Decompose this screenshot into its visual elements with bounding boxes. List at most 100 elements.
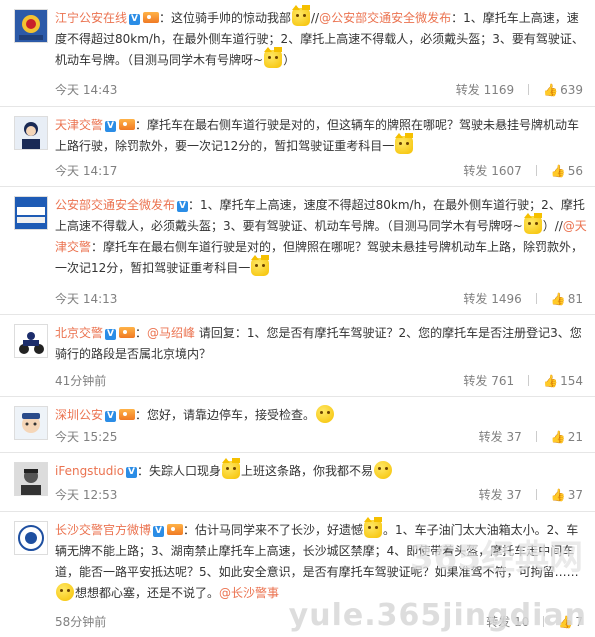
mention-link[interactable]: @长沙警事	[219, 586, 279, 600]
comment-text-part: 上班这条路，你我都不易	[241, 464, 374, 478]
repost-label: 转发	[486, 615, 511, 629]
avatar[interactable]	[14, 9, 48, 43]
mention-link[interactable]: @公安部交通安全微发布	[319, 11, 451, 25]
post-actions: 转发 37 👍 21	[479, 429, 583, 445]
repost-button[interactable]: 转发 761	[463, 374, 514, 388]
thumbs-up-icon[interactable]: 👍	[551, 487, 566, 503]
repost-label: 转发	[463, 292, 488, 306]
verified-badge-icon: V	[129, 14, 140, 25]
repost-button[interactable]: 转发 1169	[456, 83, 514, 97]
crying-emoji-icon	[56, 583, 74, 601]
author-name[interactable]: 长沙交警官方微博	[55, 523, 151, 537]
comment-text-part: ）//	[542, 219, 563, 233]
divider	[543, 616, 545, 627]
repost-label: 转发	[463, 164, 488, 178]
cat-emoji-icon	[395, 133, 414, 154]
post-actions: 转发 761 👍 154	[463, 373, 583, 389]
thumbs-up-icon[interactable]: 👍	[551, 163, 566, 179]
like-count: 7	[575, 615, 583, 629]
like-count: 154	[560, 374, 583, 388]
mention-link[interactable]: @马绍峰	[147, 326, 195, 340]
divider	[528, 84, 530, 95]
cat-emoji-icon	[222, 458, 241, 479]
repost-label: 转发	[478, 430, 503, 444]
repost-label: 转发	[463, 374, 488, 388]
timestamp: 今天 14:17	[55, 164, 118, 178]
post-actions: 转发 10 👍 7	[486, 614, 583, 630]
thumbs-up-icon[interactable]: 👍	[558, 614, 573, 630]
comment-item: 北京交警 V ：@马绍峰 请回复：1、您是否有摩托车驾驶证？2、您的摩托车是否注册登…	[0, 315, 595, 397]
avatar[interactable]	[14, 196, 48, 230]
avatar[interactable]	[14, 324, 48, 358]
author-name[interactable]: 天津交警	[55, 118, 103, 132]
comment-text: 天津交警 V ：摩托车在最右侧车道行驶是对的，但这辆车的牌照在哪呢？驾驶未悬挂号牌机…	[55, 115, 589, 157]
cat-emoji-icon	[251, 255, 270, 276]
divider	[535, 431, 537, 442]
comment-text: iFengstudio V ：失踪人口现身 上班这条路，你我都不易	[55, 458, 589, 482]
avatar[interactable]	[14, 116, 48, 150]
timestamp: 今天 12:53	[55, 488, 118, 502]
timestamp: 今天 14:43	[55, 83, 118, 97]
repost-count: 1607	[491, 164, 522, 178]
repost-count: 761	[491, 374, 515, 388]
cat-emoji-icon	[292, 5, 310, 26]
repost-count: 37	[506, 488, 522, 502]
thumbs-up-icon[interactable]: 👍	[543, 82, 558, 98]
timestamp: 58分钟前	[55, 615, 107, 629]
smile-emoji-icon	[316, 405, 334, 423]
comment-item: 江宁公安在线 V ：这位骑手帅的惊动我部//@公安部交通安全微发布：1、摩托车上高速…	[0, 0, 595, 107]
author-name[interactable]: 北京交警	[55, 326, 103, 340]
verified-badge-icon: V	[105, 121, 116, 132]
thumbs-up-icon[interactable]: 👍	[543, 373, 558, 389]
repost-label: 转发	[478, 488, 503, 502]
timestamp: 今天 15:25	[55, 430, 118, 444]
comment-item: 长沙交警官方微博 V ：估计马同学来不了长沙，好遗憾 。1、车子油门太大油箱太小。2、…	[0, 512, 595, 635]
avatar[interactable]	[14, 521, 48, 555]
comment-item: iFengstudio V ：失踪人口现身 上班这条路，你我都不易 今天 12:53 …	[0, 453, 595, 512]
comment-text-part: 想想都心塞，还是不说了。	[75, 586, 220, 600]
comment-text-part: ）	[283, 53, 296, 67]
level-badge-icon	[142, 12, 159, 23]
repost-button[interactable]: 转发 37	[479, 430, 522, 444]
like-count: 56	[567, 164, 583, 178]
divider	[535, 165, 537, 176]
like-count: 81	[567, 292, 583, 306]
post-actions: 转发 37 👍 37	[479, 487, 583, 503]
author-name[interactable]: iFengstudio	[55, 464, 124, 478]
thumbs-up-icon[interactable]: 👍	[551, 291, 566, 307]
cat-emoji-icon	[523, 213, 542, 234]
repost-button[interactable]: 转发 10	[486, 615, 529, 629]
timestamp: 41分钟前	[55, 374, 107, 388]
comment-item: 公安部交通安全微发布 V ：1、摩托车上高速，速度不得超过80km/h，在最外侧车道…	[0, 187, 595, 315]
level-badge-icon	[118, 327, 135, 338]
comment-text-part: ：估计马同学来不了长沙，好遗憾	[182, 523, 363, 537]
comment-text: 北京交警 V ：@马绍峰 请回复：1、您是否有摩托车驾驶证？2、您的摩托车是否注册登…	[55, 326, 582, 361]
level-badge-icon	[166, 524, 183, 535]
repost-count: 1496	[491, 292, 522, 306]
comment-feed: 江宁公安在线 V ：这位骑手帅的惊动我部//@公安部交通安全微发布：1、摩托车上高速…	[0, 0, 595, 635]
thumbs-up-icon[interactable]: 👍	[551, 429, 566, 445]
comment-text: 江宁公安在线 V ：这位骑手帅的惊动我部//@公安部交通安全微发布：1、摩托车上高速…	[55, 5, 589, 71]
author-name[interactable]: 深圳公安	[55, 408, 103, 422]
comment-text-part: ：您好，请靠边停车，接受检查。	[134, 408, 315, 422]
like-count: 639	[560, 83, 583, 97]
author-name[interactable]: 江宁公安在线	[55, 11, 127, 25]
avatar[interactable]	[14, 462, 48, 496]
repost-button[interactable]: 转发 1496	[463, 292, 521, 306]
comment-text: 长沙交警官方微博 V ：估计马同学来不了长沙，好遗憾 。1、车子油门太大油箱太小。2、…	[55, 517, 589, 604]
repost-separator: //	[311, 11, 320, 25]
comment-text-part: ：失踪人口现身	[137, 464, 222, 478]
repost-button[interactable]: 转发 37	[479, 488, 522, 502]
avatar[interactable]	[14, 406, 48, 440]
thinking-emoji-icon	[374, 461, 393, 479]
like-count: 21	[567, 430, 583, 444]
comment-text-part: ：这位骑手帅的惊动我部	[158, 11, 291, 25]
repost-count: 1169	[483, 83, 515, 97]
repost-button[interactable]: 转发 1607	[463, 164, 521, 178]
divider	[535, 293, 537, 304]
level-badge-icon	[118, 119, 135, 130]
level-badge-icon	[118, 409, 135, 420]
author-name[interactable]: 公安部交通安全微发布	[55, 198, 175, 212]
verified-badge-icon: V	[153, 526, 164, 537]
cat-emoji-icon	[364, 517, 382, 538]
